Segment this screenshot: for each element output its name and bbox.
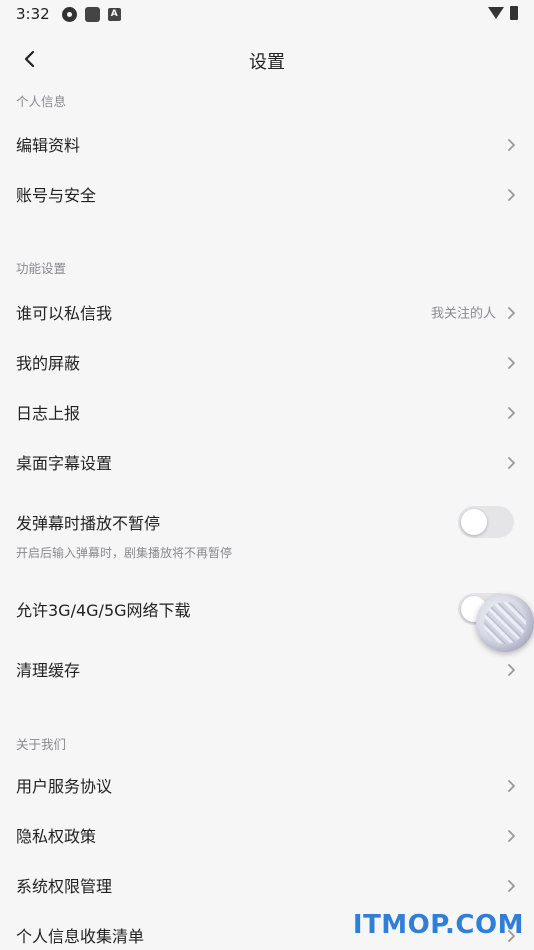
row-account-security[interactable]: 账号与安全 — [0, 169, 534, 219]
chevron-right-icon — [506, 137, 516, 151]
row-label: 发弹幕时播放不暂停 — [16, 514, 161, 533]
page-title: 设置 — [249, 52, 285, 73]
row-clear-cache[interactable]: 清理缓存 — [0, 644, 534, 694]
header: 设置 — [0, 38, 534, 82]
settings-status-icon — [61, 6, 77, 22]
row-label: 编辑资料 — [16, 136, 81, 155]
status-bar: 3:32 A — [0, 0, 534, 28]
row-label: 清理缓存 — [16, 661, 81, 680]
row-my-blocked[interactable]: 我的屏蔽 — [0, 337, 534, 387]
chevron-right-icon — [506, 355, 516, 369]
status-time: 3:32 — [16, 5, 50, 23]
floating-avatar-bubble[interactable] — [476, 594, 534, 652]
row-label: 系统权限管理 — [16, 877, 113, 896]
row-label: 桌面字幕设置 — [16, 454, 113, 473]
row-user-agreement[interactable]: 用户服务协议 — [0, 760, 534, 810]
chevron-right-icon — [506, 778, 516, 792]
row-log-report[interactable]: 日志上报 — [0, 387, 534, 437]
row-system-permissions[interactable]: 系统权限管理 — [0, 860, 534, 910]
chevron-right-icon — [506, 405, 516, 419]
row-label: 用户服务协议 — [16, 777, 113, 796]
row-label: 允许3G/4G/5G网络下载 — [16, 601, 191, 620]
row-label: 账号与安全 — [16, 186, 97, 205]
a-status-icon: A — [107, 7, 121, 21]
notification-status-icon — [84, 6, 100, 22]
chevron-right-icon — [506, 828, 516, 842]
chevron-right-icon — [506, 455, 516, 469]
row-label: 我的屏蔽 — [16, 354, 81, 373]
chevron-right-icon — [506, 878, 516, 892]
row-label: 个人信息收集清单 — [16, 927, 145, 946]
chevron-right-icon — [506, 662, 516, 676]
row-edit-profile[interactable]: 编辑资料 — [0, 119, 534, 169]
section-label-about: 关于我们 — [16, 737, 67, 752]
row-label: 谁可以私信我 — [16, 304, 113, 323]
row-label: 日志上报 — [16, 404, 81, 423]
bubble-image — [484, 602, 526, 644]
row-mobile-download: 允许3G/4G/5G网络下载 — [0, 584, 534, 634]
section-label-function: 功能设置 — [16, 261, 67, 276]
wifi-icon — [488, 7, 504, 19]
section-label-personal: 个人信息 — [16, 94, 67, 109]
battery-icon — [510, 6, 518, 20]
chevron-right-icon — [506, 187, 516, 201]
watermark: ITMOP.COM — [352, 910, 524, 940]
row-subtitle: 开启后输入弹幕时，剧集播放将不再暂停 — [16, 546, 233, 560]
row-desktop-subtitle[interactable]: 桌面字幕设置 — [0, 437, 534, 487]
row-danmaku-no-pause: 发弹幕时播放不暂停 — [0, 497, 534, 547]
toggle-knob — [461, 509, 487, 535]
danmaku-no-pause-toggle[interactable] — [458, 506, 514, 538]
row-label: 隐私权政策 — [16, 827, 97, 846]
row-who-can-message[interactable]: 谁可以私信我 我关注的人 — [0, 287, 534, 337]
status-right — [488, 6, 518, 20]
chevron-right-icon — [506, 305, 516, 319]
row-value: 我关注的人 — [430, 306, 496, 322]
row-privacy-policy[interactable]: 隐私权政策 — [0, 810, 534, 860]
